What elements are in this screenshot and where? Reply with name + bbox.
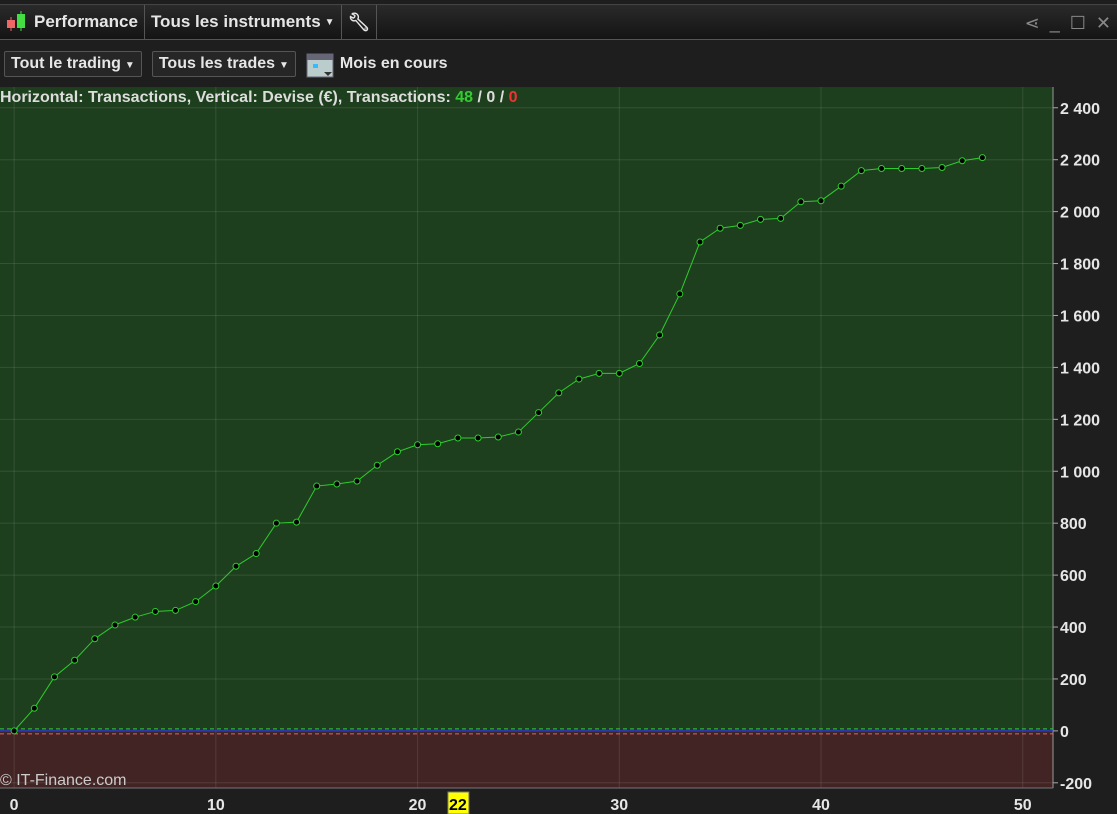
- data-point: [71, 656, 79, 664]
- data-point: [857, 167, 865, 175]
- data-point: [635, 360, 643, 368]
- data-point: [494, 433, 502, 441]
- data-point: [676, 290, 684, 298]
- y-tick-label: 1 800: [1060, 257, 1100, 274]
- data-point: [777, 214, 785, 222]
- y-tick-label: -200: [1060, 776, 1092, 793]
- watermark: © IT-Finance.com: [0, 772, 127, 789]
- data-point: [938, 163, 946, 171]
- data-point: [192, 598, 200, 606]
- data-point: [151, 607, 159, 615]
- data-point: [837, 182, 845, 190]
- data-point: [978, 154, 986, 162]
- data-point: [91, 635, 99, 643]
- data-point: [918, 165, 926, 173]
- x-tick-label: 10: [207, 797, 225, 814]
- data-point: [757, 215, 764, 223]
- y-tick-label: 2 200: [1060, 153, 1100, 170]
- y-tick-label: 2 400: [1060, 101, 1100, 118]
- info-text: Horizontal: Transactions, Vertical: Devi…: [0, 89, 456, 106]
- x-cursor-label: 22: [449, 797, 467, 814]
- data-point: [172, 606, 179, 614]
- data-point: [454, 434, 462, 442]
- data-point: [414, 441, 422, 449]
- x-tick-label: 20: [409, 797, 427, 814]
- data-point: [272, 519, 280, 527]
- data-point: [293, 518, 301, 526]
- x-tick-label: 40: [812, 797, 830, 814]
- y-tick-label: 1 000: [1060, 464, 1100, 481]
- data-point: [212, 582, 220, 590]
- x-tick-label: 30: [610, 797, 628, 814]
- data-point: [252, 550, 260, 558]
- data-point: [898, 165, 906, 173]
- data-point: [555, 389, 563, 397]
- data-point: [696, 238, 704, 246]
- x-tick-label: 0: [10, 797, 19, 814]
- y-tick-label: 1 600: [1060, 308, 1100, 325]
- y-tick-label: 600: [1060, 568, 1087, 585]
- data-point: [131, 613, 139, 621]
- y-tick-label: 1 200: [1060, 412, 1100, 429]
- equity-chart: -20002004006008001 0001 2001 4001 6001 8…: [0, 87, 1100, 814]
- data-point: [313, 482, 321, 490]
- y-tick-label: 400: [1060, 620, 1087, 637]
- data-point: [615, 369, 623, 377]
- data-point: [474, 434, 482, 442]
- data-point: [878, 165, 886, 173]
- y-tick-label: 200: [1060, 672, 1087, 689]
- data-point: [514, 428, 522, 436]
- loss-count: 0: [508, 89, 518, 106]
- data-point: [736, 221, 744, 229]
- y-tick-label: 800: [1060, 516, 1087, 533]
- data-point: [716, 224, 724, 232]
- data-point: [353, 477, 361, 485]
- x-tick-label: 50: [1014, 797, 1032, 814]
- separator: /: [473, 89, 487, 106]
- data-point: [111, 621, 119, 629]
- data-point: [958, 157, 966, 165]
- data-point: [10, 727, 18, 735]
- y-tick-label: 2 000: [1060, 205, 1100, 222]
- y-tick-label: 0: [1060, 724, 1069, 741]
- data-point: [393, 448, 401, 456]
- data-point: [50, 673, 58, 681]
- data-point: [373, 461, 381, 469]
- neutral-count: 0: [486, 89, 496, 106]
- data-point: [434, 440, 442, 448]
- data-point: [535, 409, 543, 417]
- data-point: [656, 331, 664, 339]
- y-tick-label: 1 400: [1060, 360, 1100, 377]
- data-point: [797, 198, 805, 206]
- positive-zone: [0, 87, 1053, 731]
- data-point: [30, 704, 38, 712]
- negative-zone: [0, 730, 1053, 788]
- data-point: [575, 375, 583, 383]
- data-point: [595, 369, 603, 377]
- chart-info: Horizontal: Transactions, Vertical: Devi…: [0, 89, 518, 107]
- win-count: 48: [455, 89, 474, 106]
- separator: /: [495, 89, 509, 106]
- data-point: [333, 480, 341, 488]
- data-point: [232, 562, 240, 570]
- data-point: [817, 197, 825, 205]
